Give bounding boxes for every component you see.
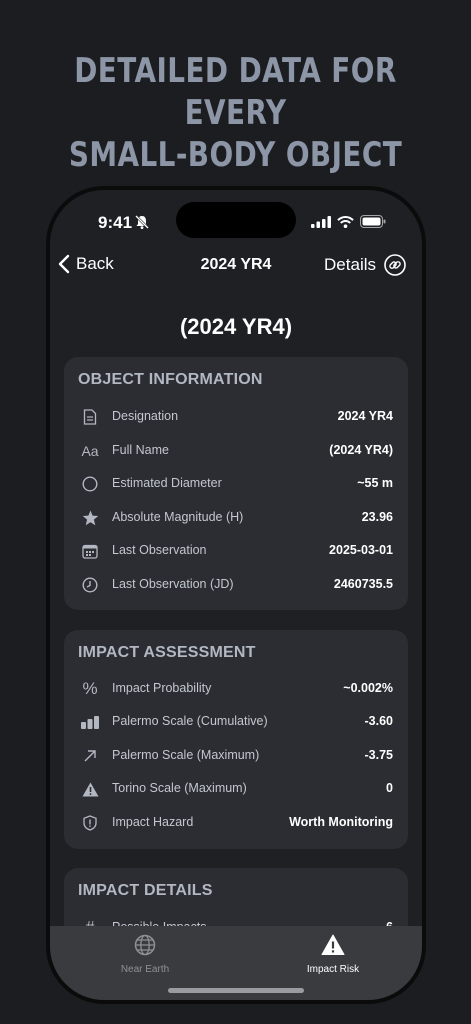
- row-value: 23.96: [361, 510, 393, 524]
- row-value: 2024 YR4: [337, 409, 393, 423]
- row-label: Impact Hazard: [112, 815, 194, 829]
- row-label: Palermo Scale (Maximum): [112, 748, 260, 762]
- tab-impact-risk[interactable]: Impact Risk: [268, 934, 398, 975]
- shield-icon: [80, 813, 100, 833]
- info-row-diameter: Estimated Diameter ~55 m: [64, 472, 408, 496]
- bell-slash-icon: [135, 215, 149, 229]
- row-label: Impact Probability: [112, 681, 212, 695]
- link-icon: [384, 254, 406, 276]
- details-label: Details: [324, 255, 376, 274]
- tab-label: Near Earth: [120, 964, 170, 975]
- row-value: -3.75: [364, 748, 394, 762]
- row-value: 0: [386, 781, 393, 795]
- promo-headline: DETAILED DATA FOR EVERY SMALL-BODY OBJEC…: [42, 50, 428, 176]
- row-value: Worth Monitoring: [289, 815, 393, 829]
- info-row-designation: Designation 2024 YR4: [64, 405, 408, 429]
- headline-line-2: SMALL-BODY OBJECT: [68, 135, 403, 175]
- assessment-row-hazard: Impact Hazard Worth Monitoring: [64, 811, 408, 835]
- star-icon: [80, 508, 100, 528]
- row-label: Palermo Scale (Cumulative): [112, 714, 268, 728]
- calendar-icon: [80, 541, 100, 561]
- row-label: Last Observation (JD): [112, 577, 234, 591]
- battery-icon: [360, 215, 386, 228]
- phone-frame: 9:41 Back 2024 YR4 Details (2024 YR4) OB…: [46, 186, 426, 1004]
- row-value: 2025-03-01: [329, 543, 393, 557]
- clock-icon: [80, 575, 100, 595]
- info-row-last-observation: Last Observation 2025-03-01: [64, 539, 408, 563]
- text-aa-icon: Aa: [81, 443, 99, 459]
- info-row-full-name: Aa Full Name (2024 YR4): [64, 439, 408, 463]
- row-label: Estimated Diameter: [112, 476, 222, 490]
- warning-icon: [321, 934, 345, 955]
- row-label: Full Name: [112, 443, 169, 457]
- tab-near-earth[interactable]: Near Earth: [80, 934, 210, 975]
- row-label: Torino Scale (Maximum): [112, 781, 247, 795]
- row-label: Designation: [112, 409, 179, 423]
- row-value: -3.60: [364, 714, 394, 728]
- arrow-up-right-icon: [80, 746, 100, 766]
- home-indicator[interactable]: [168, 988, 304, 993]
- details-button[interactable]: Details: [324, 254, 406, 276]
- signal-icon: [311, 215, 331, 228]
- dynamic-island: [176, 202, 296, 238]
- assessment-row-palermo-cumulative: Palermo Scale (Cumulative) -3.60: [64, 710, 408, 734]
- row-value: ~55 m: [357, 476, 393, 490]
- object-information-card: OBJECT INFORMATION Designation 2024 YR4 …: [64, 357, 408, 610]
- tab-label: Impact Risk: [306, 964, 360, 975]
- assessment-row-torino: Torino Scale (Maximum) 0: [64, 777, 408, 801]
- wifi-icon: [337, 215, 354, 228]
- info-row-last-observation-jd: Last Observation (JD) 2460735.5: [64, 573, 408, 597]
- row-label: Absolute Magnitude (H): [112, 510, 244, 524]
- row-value: (2024 YR4): [329, 443, 393, 457]
- card-title: IMPACT DETAILS: [78, 882, 213, 899]
- row-label: Last Observation: [112, 543, 207, 557]
- document-icon: [80, 407, 100, 427]
- headline-line-1: DETAILED DATA FOR EVERY: [74, 51, 397, 133]
- row-value: ~0.002%: [343, 681, 393, 695]
- bars-icon: [80, 712, 100, 732]
- status-icons: [311, 215, 386, 228]
- warning-icon: [80, 779, 100, 799]
- globe-icon: [134, 934, 156, 956]
- app-screen: 9:41 Back 2024 YR4 Details (2024 YR4) OB…: [50, 190, 422, 1000]
- status-time: 9:41: [98, 213, 133, 232]
- info-row-magnitude: Absolute Magnitude (H) 23.96: [64, 506, 408, 530]
- object-title: (2024 YR4): [179, 314, 293, 339]
- impact-assessment-card: IMPACT ASSESSMENT % Impact Probability ~…: [64, 630, 408, 849]
- assessment-row-palermo-maximum: Palermo Scale (Maximum) -3.75: [64, 744, 408, 768]
- percent-icon: %: [82, 679, 98, 698]
- navigation-bar: Back 2024 YR4 Details: [50, 250, 422, 282]
- card-title: OBJECT INFORMATION: [78, 371, 263, 388]
- card-title: IMPACT ASSESSMENT: [78, 644, 256, 661]
- circle-icon: [80, 474, 100, 494]
- assessment-row-probability: % Impact Probability ~0.002%: [64, 677, 408, 701]
- row-value: 2460735.5: [333, 577, 393, 591]
